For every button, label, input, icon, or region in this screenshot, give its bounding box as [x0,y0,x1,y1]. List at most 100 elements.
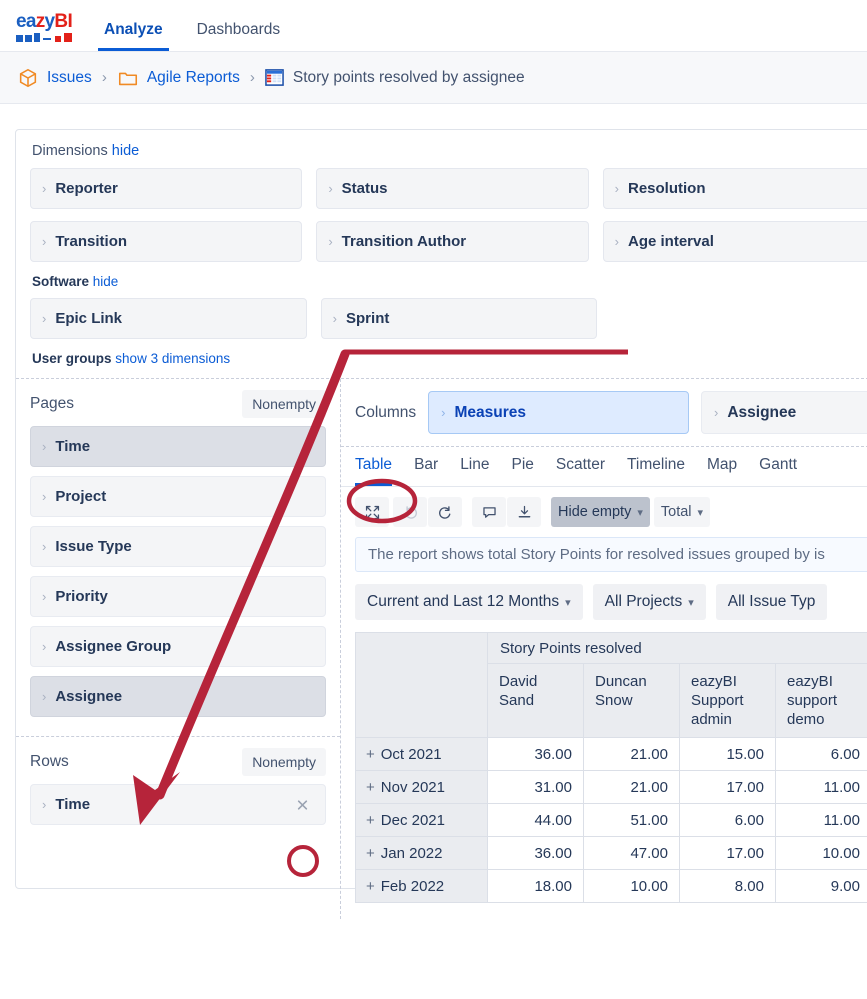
download-button[interactable] [507,497,541,527]
viz-tab-map[interactable]: Map [707,456,737,486]
pages-item-label: Issue Type [55,538,132,555]
expand-plus-icon[interactable]: + [366,878,375,895]
expand-plus-icon[interactable]: + [366,779,375,796]
dimension-row-2: › Transition › Transition Author › Age inte… [30,221,867,262]
viz-tab-table[interactable]: Table [355,456,393,486]
table-row-header[interactable]: + Jan 2022 [355,836,488,870]
fullscreen-button[interactable] [355,497,389,527]
dimensions-hide-link[interactable]: hide [112,143,139,159]
pages-item-assignee[interactable]: › Assignee [30,676,326,717]
expand-plus-icon[interactable]: + [366,845,375,862]
dimension-resolution[interactable]: › Resolution [602,168,867,209]
dimension-transition-author[interactable]: › Transition Author [316,221,589,262]
pages-item-time[interactable]: › Time [30,426,326,467]
table-column-header[interactable]: eazyBI support demo [775,663,867,738]
table-cell[interactable]: 10.00 [775,836,867,870]
comment-button[interactable] [472,497,506,527]
rows-nonempty-button[interactable]: Nonempty [242,748,326,776]
table-cell[interactable]: 11.00 [775,770,867,804]
breadcrumb-link-agile-reports[interactable]: Agile Reports [147,69,240,87]
breadcrumb-item-issues[interactable]: Issues [17,67,92,89]
pages-item-priority[interactable]: › Priority [30,576,326,617]
user-groups-show-link[interactable]: show 3 dimensions [115,351,230,366]
table-cell[interactable]: 8.00 [679,869,776,903]
table-row-header[interactable]: + Oct 2021 [355,737,488,771]
pages-item-project[interactable]: › Project [30,476,326,517]
breadcrumb-separator: › [249,69,255,86]
viz-tab-timeline[interactable]: Timeline [627,456,685,486]
columns-chip-measures[interactable]: › Measures [428,391,689,434]
dimension-label: Reporter [55,180,118,197]
undo-button[interactable] [393,497,427,527]
table-cell[interactable]: 11.00 [775,803,867,837]
table-row-header[interactable]: + Feb 2022 [355,869,488,903]
chevron-right-icon: › [42,181,47,196]
table-cell[interactable]: 21.00 [583,770,680,804]
table-cell[interactable]: 17.00 [679,770,776,804]
table-column-header[interactable]: Duncan Snow [583,663,680,738]
nav-tab-analyze[interactable]: Analyze [98,21,169,51]
eazybi-logo[interactable]: eazyBI [16,11,74,42]
pages-title: Pages [30,395,74,412]
viz-tab-bar[interactable]: Bar [414,456,438,486]
redo-button[interactable] [428,497,462,527]
table-row: + Oct 2021 36.00 21.00 15.00 6.00 [355,737,867,771]
right-column: Columns › Measures › Assignee Table Bar Li… [341,379,867,919]
dimension-sprint[interactable]: › Sprint [320,298,598,339]
table-cell[interactable]: 47.00 [583,836,680,870]
table-cell[interactable]: 36.00 [487,737,584,771]
table-cell[interactable]: 6.00 [775,737,867,771]
pages-panel-header: Pages Nonempty [30,390,326,418]
table-cell[interactable]: 44.00 [487,803,584,837]
viz-tab-gantt[interactable]: Gantt [759,456,797,486]
report-toolbar: Hide empty ▾ Total ▾ [341,487,867,535]
pages-panel: Pages Nonempty › Time › Project › Issue Typ… [16,379,340,736]
dimension-transition[interactable]: › Transition [30,221,303,262]
filter-issue-types[interactable]: All Issue Typ [715,584,828,620]
breadcrumb-item-agile-reports[interactable]: Agile Reports [117,67,240,89]
software-hide-link[interactable]: hide [93,274,119,289]
expand-plus-icon[interactable]: + [366,812,375,829]
left-column: Pages Nonempty › Time › Project › Issue Typ… [16,379,341,919]
viz-tab-pie[interactable]: Pie [512,456,534,486]
expand-plus-icon[interactable]: + [366,746,375,763]
table-cell[interactable]: 17.00 [679,836,776,870]
total-button[interactable]: Total ▾ [653,497,711,527]
table-row-header[interactable]: + Dec 2021 [355,803,488,837]
table-cell[interactable]: 18.00 [487,869,584,903]
table-cell[interactable]: 21.00 [583,737,680,771]
table-cell[interactable]: 9.00 [775,869,867,903]
dimension-age-interval[interactable]: › Age interval [602,221,867,262]
dimension-status[interactable]: › Status [316,168,589,209]
table-cell[interactable]: 10.00 [583,869,680,903]
pages-item-issue-type[interactable]: › Issue Type [30,526,326,567]
table-cell[interactable]: 31.00 [487,770,584,804]
download-icon [518,505,530,517]
table-cell[interactable]: 15.00 [679,737,776,771]
pages-item-assignee-group[interactable]: › Assignee Group [30,626,326,667]
filter-time-period[interactable]: Current and Last 12 Months ▾ [355,584,583,620]
table-cell[interactable]: 6.00 [679,803,776,837]
table-column-header[interactable]: David Sand [487,663,584,738]
viz-tab-scatter[interactable]: Scatter [556,456,605,486]
dimensions-title: Dimensions [32,143,108,159]
close-circle-icon[interactable] [294,796,311,813]
table-row-header[interactable]: + Nov 2021 [355,770,488,804]
dimension-label: Sprint [346,310,390,327]
breadcrumb-link-issues[interactable]: Issues [47,69,92,87]
hide-empty-button[interactable]: Hide empty ▾ [551,497,650,527]
nav-tab-dashboards[interactable]: Dashboards [191,21,287,51]
dimension-reporter[interactable]: › Reporter [30,168,303,209]
rows-item-time[interactable]: › Time [30,784,326,825]
table-cell[interactable]: 51.00 [583,803,680,837]
table-column-header[interactable]: eazyBI Support admin [679,663,776,738]
dimension-epic-link[interactable]: › Epic Link [30,298,307,339]
chevron-right-icon: › [614,181,619,196]
rows-panel: Rows Nonempty › Time [16,736,340,844]
columns-chip-assignee[interactable]: › Assignee [700,391,867,434]
pages-nonempty-button[interactable]: Nonempty [242,390,326,418]
breadcrumb: Issues › Agile Reports › Story points re… [0,52,867,104]
filter-projects[interactable]: All Projects ▾ [592,584,706,620]
table-cell[interactable]: 36.00 [487,836,584,870]
viz-tab-line[interactable]: Line [460,456,489,486]
